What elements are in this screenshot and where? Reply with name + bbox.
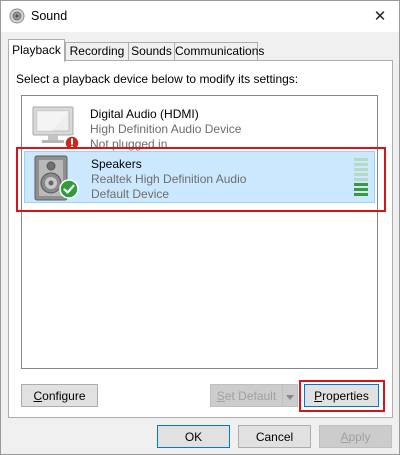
tab-communications[interactable]: Communications [174, 42, 264, 61]
default-check-icon [59, 179, 79, 199]
device-driver: Realtek High Definition Audio [91, 172, 247, 186]
device-list[interactable]: Digital Audio (HDMI) High Definition Aud… [21, 95, 378, 369]
meter-segment [354, 188, 368, 191]
unplugged-status-icon [64, 135, 80, 151]
set-default-button[interactable]: Set Default [210, 384, 283, 407]
device-status: Not plugged in [90, 137, 168, 151]
set-default-label: et Default [224, 388, 277, 403]
meter-segment [354, 168, 368, 171]
tab-playback[interactable]: Playback [8, 39, 65, 62]
device-item-speakers[interactable]: Speakers Realtek High Definition Audio D… [24, 151, 375, 203]
set-default-access-key: S [216, 388, 225, 403]
instruction-text: Select a playback device below to modify… [16, 72, 299, 86]
tab-recording[interactable]: Recording [65, 42, 129, 61]
device-name: Digital Audio (HDMI) [90, 107, 199, 121]
device-item-hdmi[interactable]: Digital Audio (HDMI) High Definition Aud… [24, 101, 375, 153]
configure-button[interactable]: Configure [21, 384, 98, 407]
apply-access-key: A [340, 429, 349, 444]
device-name: Speakers [91, 157, 142, 171]
window-title: Sound [31, 9, 68, 23]
meter-segment [354, 158, 368, 161]
sound-dialog: Sound ✕ Playback Recording Sounds Commun… [0, 0, 400, 455]
properties-access-key: P [314, 388, 323, 403]
close-icon[interactable]: ✕ [374, 7, 387, 25]
meter-segment [354, 193, 368, 196]
set-default-dropdown[interactable] [282, 384, 298, 407]
meter-segment [354, 183, 368, 186]
configure-access-key: C [33, 388, 43, 403]
speaker-app-icon [9, 8, 25, 24]
title-bar: Sound ✕ [1, 1, 399, 32]
meter-segment [354, 163, 368, 166]
cancel-button[interactable]: Cancel [238, 425, 311, 448]
device-status: Default Device [91, 187, 170, 201]
ok-button[interactable]: OK [157, 425, 230, 448]
meter-segment [354, 178, 368, 181]
tab-sounds[interactable]: Sounds [128, 42, 175, 61]
volume-level-meter [354, 158, 368, 198]
apply-button[interactable]: Apply [319, 425, 392, 448]
properties-button[interactable]: Properties [304, 384, 379, 407]
device-driver: High Definition Audio Device [90, 122, 242, 136]
apply-label: pply [348, 429, 371, 444]
configure-label: onfigure [42, 388, 86, 403]
meter-segment [354, 173, 368, 176]
close-button[interactable]: ✕ [361, 1, 399, 31]
properties-label: roperties [322, 388, 369, 403]
chevron-down-icon [286, 389, 294, 403]
